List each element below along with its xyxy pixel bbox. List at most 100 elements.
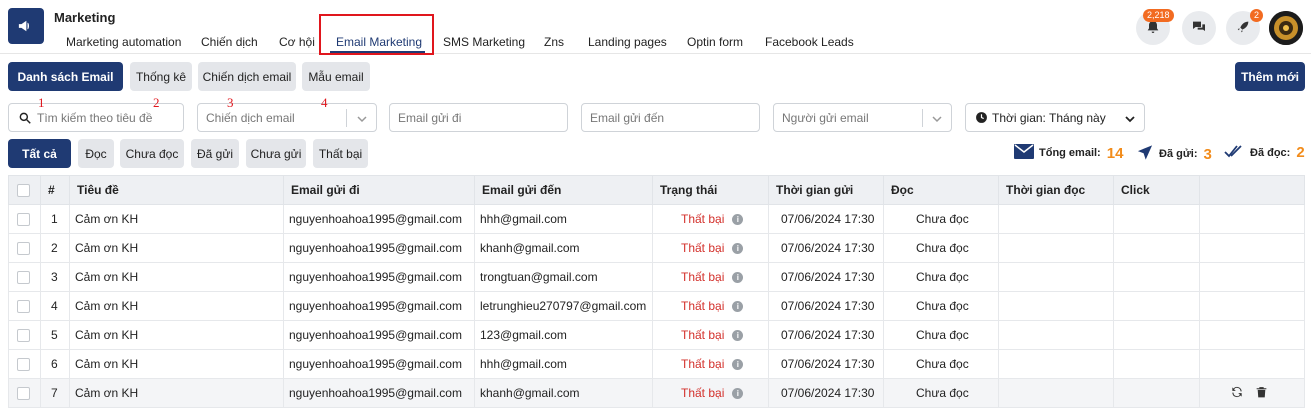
- row-checkbox[interactable]: [17, 387, 30, 401]
- row-title[interactable]: Cảm ơn KH: [69, 349, 284, 379]
- table-row[interactable]: 3 Cảm ơn KH nguyenhoahoa1995@gmail.com t…: [8, 262, 1305, 292]
- megaphone-icon[interactable]: [8, 8, 44, 44]
- info-icon[interactable]: i: [732, 214, 744, 226]
- status-tab-read[interactable]: Đọc: [78, 139, 114, 168]
- email-to-input[interactable]: Email gửi đến: [581, 103, 760, 132]
- paper-plane-icon: [1136, 144, 1154, 164]
- status-tab-unread[interactable]: Chưa đọc: [120, 139, 184, 168]
- add-new-button[interactable]: Thêm mới: [1235, 62, 1305, 91]
- top-header: Marketing Marketing automation Chiến dịc…: [0, 0, 1311, 55]
- time-filter-select[interactable]: Thời gian: Tháng này: [965, 103, 1145, 132]
- status-tab-failed[interactable]: Thất bại: [313, 139, 368, 168]
- sender-select[interactable]: Người gửi email: [773, 103, 952, 132]
- trash-icon[interactable]: [1255, 385, 1268, 402]
- row-title[interactable]: Cảm ơn KH: [69, 378, 284, 408]
- table-row[interactable]: 4 Cảm ơn KH nguyenhoahoa1995@gmail.com l…: [8, 291, 1305, 321]
- table-row[interactable]: 7 Cảm ơn KH nguyenhoahoa1995@gmail.com k…: [8, 378, 1305, 408]
- info-icon[interactable]: i: [732, 272, 744, 284]
- row-read: Chưa đọc: [883, 349, 999, 379]
- time-filter-label: Thời gian: Tháng này: [992, 110, 1106, 125]
- row-email-from: nguyenhoahoa1995@gmail.com: [283, 349, 475, 379]
- info-icon[interactable]: i: [732, 301, 744, 313]
- row-email-to[interactable]: letrunghieu270797@gmail.com: [474, 291, 653, 321]
- col-read-time: Thời gian đọc: [998, 175, 1114, 205]
- row-email-to[interactable]: 123@gmail.com: [474, 320, 653, 350]
- email-from-input[interactable]: Email gửi đi: [389, 103, 568, 132]
- tab-facebook-leads[interactable]: Facebook Leads: [765, 35, 854, 49]
- rocket-badge: 2: [1250, 9, 1264, 22]
- info-icon[interactable]: i: [732, 359, 744, 371]
- row-actions: [1199, 291, 1305, 321]
- statistics-button[interactable]: Thống kê: [130, 62, 192, 91]
- row-title[interactable]: Cảm ơn KH: [69, 262, 284, 292]
- row-status-cell: Thất bại i: [652, 291, 769, 321]
- refresh-icon[interactable]: [1230, 385, 1244, 402]
- select-all-checkbox-cell[interactable]: [8, 175, 41, 205]
- row-click: [1113, 378, 1200, 408]
- table-row[interactable]: 6 Cảm ơn KH nguyenhoahoa1995@gmail.com h…: [8, 349, 1305, 379]
- row-checkbox[interactable]: [17, 358, 30, 372]
- row-title[interactable]: Cảm ơn KH: [69, 204, 284, 234]
- info-icon[interactable]: i: [732, 388, 744, 400]
- row-checkbox[interactable]: [17, 242, 30, 256]
- tab-campaign[interactable]: Chiến dịch: [201, 35, 258, 49]
- row-email-to[interactable]: khanh@gmail.com: [474, 378, 653, 408]
- row-sent-time: 07/06/2024 17:30: [768, 349, 884, 379]
- tab-landing-pages[interactable]: Landing pages: [588, 35, 667, 49]
- read-email-stat: Đã đọc: 2: [1224, 144, 1305, 161]
- row-title[interactable]: Cảm ơn KH: [69, 291, 284, 321]
- row-checkbox[interactable]: [17, 329, 30, 343]
- table-row[interactable]: 5 Cảm ơn KH nguyenhoahoa1995@gmail.com 1…: [8, 320, 1305, 350]
- info-icon[interactable]: i: [732, 330, 744, 342]
- total-email-label: Tổng email:: [1039, 147, 1101, 159]
- status-badge: Thất bại: [681, 212, 725, 226]
- email-template-button[interactable]: Mẫu email: [302, 62, 370, 91]
- col-number: #: [40, 175, 70, 205]
- row-click: [1113, 320, 1200, 350]
- row-sent-time: 07/06/2024 17:30: [768, 204, 884, 234]
- row-email-to[interactable]: khanh@gmail.com: [474, 233, 653, 263]
- status-badge: Thất bại: [681, 357, 725, 371]
- tab-zns[interactable]: Zns: [544, 35, 564, 49]
- row-read: Chưa đọc: [883, 378, 999, 408]
- tab-opportunity[interactable]: Cơ hội: [279, 35, 315, 49]
- row-actions: [1199, 262, 1305, 292]
- row-email-to[interactable]: hhh@gmail.com: [474, 349, 653, 379]
- tab-optin-form[interactable]: Optin form: [687, 35, 743, 49]
- row-email-from: nguyenhoahoa1995@gmail.com: [283, 204, 475, 234]
- row-email-to[interactable]: hhh@gmail.com: [474, 204, 653, 234]
- email-to-placeholder: Email gửi đến: [590, 110, 665, 125]
- select-divider: [922, 109, 923, 127]
- campaign-select[interactable]: Chiến dịch email: [197, 103, 377, 132]
- status-tab-sent[interactable]: Đã gửi: [191, 139, 239, 168]
- table-row[interactable]: 1 Cảm ơn KH nguyenhoahoa1995@gmail.com h…: [8, 204, 1305, 234]
- sent-email-count: 3: [1203, 145, 1212, 163]
- highlight-box: [319, 14, 434, 55]
- table-row[interactable]: 2 Cảm ơn KH nguyenhoahoa1995@gmail.com k…: [8, 233, 1305, 263]
- status-tab-unsent[interactable]: Chưa gửi: [246, 139, 306, 168]
- annotation-mark-4: 4: [321, 95, 328, 110]
- avatar[interactable]: [1269, 11, 1303, 45]
- annotation-mark-2: 2: [153, 95, 160, 110]
- row-status-cell: Thất bại i: [652, 349, 769, 379]
- info-icon[interactable]: i: [732, 243, 744, 255]
- email-list-button[interactable]: Danh sách Email: [8, 62, 123, 91]
- row-email-from: nguyenhoahoa1995@gmail.com: [283, 291, 475, 321]
- row-sent-time: 07/06/2024 17:30: [768, 378, 884, 408]
- row-checkbox[interactable]: [17, 300, 30, 314]
- row-actions: [1199, 233, 1305, 263]
- tab-marketing-automation[interactable]: Marketing automation: [66, 35, 181, 49]
- chat-button[interactable]: [1182, 11, 1216, 45]
- row-email-to[interactable]: trongtuan@gmail.com: [474, 262, 653, 292]
- email-campaign-button[interactable]: Chiến dịch email: [198, 62, 296, 91]
- email-table: # Tiêu đề Email gửi đi Email gửi đến Trạ…: [8, 175, 1305, 408]
- row-email-from: nguyenhoahoa1995@gmail.com: [283, 378, 475, 408]
- row-checkbox[interactable]: [17, 271, 30, 285]
- row-title[interactable]: Cảm ơn KH: [69, 233, 284, 263]
- tab-sms-marketing[interactable]: SMS Marketing: [443, 35, 525, 49]
- select-all-checkbox[interactable]: [17, 184, 30, 198]
- status-tab-all[interactable]: Tất cả: [8, 139, 71, 168]
- row-status-cell: Thất bại i: [652, 233, 769, 263]
- row-title[interactable]: Cảm ơn KH: [69, 320, 284, 350]
- row-checkbox[interactable]: [17, 213, 30, 227]
